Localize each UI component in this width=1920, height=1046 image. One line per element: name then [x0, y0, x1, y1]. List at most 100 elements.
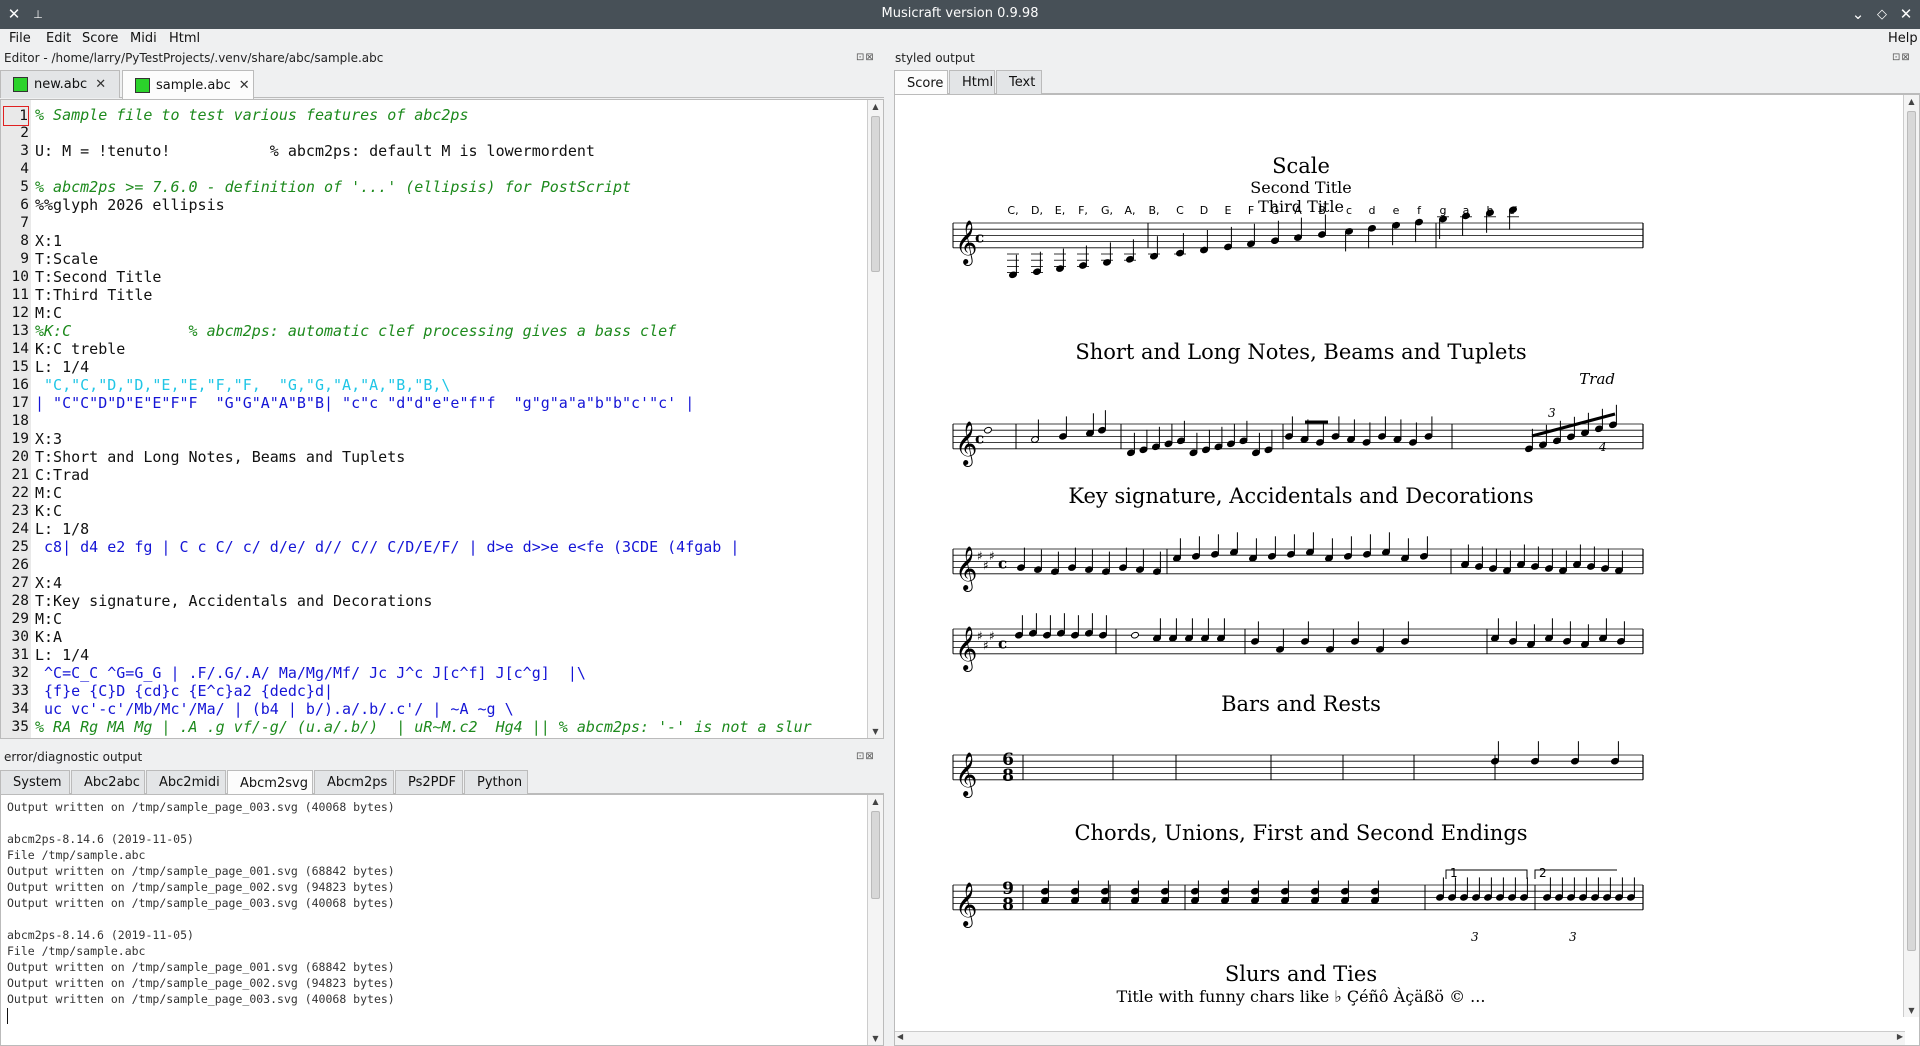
score-hscrollbar[interactable]: ◀ ▶ [895, 1031, 1905, 1045]
line-number: 34 [11, 701, 29, 717]
tab-ps2pdf[interactable]: Ps2PDF [395, 770, 463, 794]
line-number: 24 [11, 521, 29, 537]
editor-line[interactable]: 28 T:Key signature, Accidentals and Decor… [1, 592, 867, 610]
editor-line[interactable]: 4 [1, 160, 867, 178]
abc-editor[interactable]: 1 % Sample file to test various features … [0, 99, 884, 739]
editor-line[interactable]: 17 | "C"C"D"D"E"E"F"F "G"G"A"A"B"B| "c"c … [1, 394, 867, 412]
editor-line[interactable]: 30 K:A [1, 628, 867, 646]
editor-line[interactable]: 26 [1, 556, 867, 574]
editor-line[interactable]: 24 L: 1/8 [1, 520, 867, 538]
tab-abc2midi[interactable]: Abc2midi [146, 770, 226, 794]
line-text: ^C=C_C ^G=G_G | .F/.G/.A/ Ma/Mg/Mf/ Jc J… [35, 664, 586, 682]
chord-name: B [1318, 204, 1326, 217]
editor-line[interactable]: 32 ^C=C_C ^G=G_G | .F/.G/.A/ Ma/Mg/Mf/ J… [1, 664, 867, 682]
editor-line[interactable]: 7 [1, 214, 867, 232]
editor-line[interactable]: 5 % abcm2ps >= 7.6.0 - definition of '...… [1, 178, 867, 196]
editor-line[interactable]: 29 M:C [1, 610, 867, 628]
tab-abcm2ps[interactable]: Abcm2ps [314, 770, 394, 794]
editor-line[interactable]: 21 C:Trad [1, 466, 867, 484]
error-dock-buttons[interactable]: ⊡⊠ [856, 751, 875, 762]
tab-abc2abc[interactable]: Abc2abc [71, 770, 145, 794]
minimize-icon[interactable]: ⌄ [1848, 4, 1868, 24]
scroll-down-icon[interactable]: ▼ [868, 727, 883, 736]
close-tab-icon[interactable]: ✕ [239, 78, 250, 93]
line-text: C:Trad [35, 466, 90, 484]
editor-line[interactable]: 13 %K:C % abcm2ps: automatic clef process… [1, 322, 867, 340]
tab-sample-abc[interactable]: sample.abc ✕ [122, 70, 254, 99]
menu-midi[interactable]: Midi [130, 31, 157, 46]
menu-help[interactable]: Help [1888, 31, 1918, 46]
editor-line[interactable]: 15 L: 1/4 [1, 358, 867, 376]
editor-line[interactable]: 2 [1, 124, 867, 142]
tab-abcm2svg[interactable]: Abcm2svg [227, 770, 313, 795]
editor-line[interactable]: 12 M:C [1, 304, 867, 322]
editor-line[interactable]: 27 X:4 [1, 574, 867, 592]
tab-html[interactable]: Html [949, 70, 995, 94]
styled-dock-buttons[interactable]: ⊡⊠ [1892, 52, 1911, 63]
treble-clef-icon: 𝄞 [955, 626, 977, 672]
chord-name: E, [1055, 204, 1065, 217]
scroll-thumb[interactable] [1907, 111, 1916, 951]
title-bar: ✕ ⊥ Musicraft version 0.9.98 ⌄ ◇ ✕ [0, 0, 1920, 29]
editor-line[interactable]: 23 K:C [1, 502, 867, 520]
window-close-icon[interactable]: ✕ [1896, 4, 1916, 24]
editor-line[interactable]: 18 [1, 412, 867, 430]
editor-line[interactable]: 11 T:Third Title [1, 286, 867, 304]
editor-line[interactable]: 33 {f}e {C}D {cd}c {E^c}a2 {dedc}d| [1, 682, 867, 700]
editor-line[interactable]: 14 K:C treble [1, 340, 867, 358]
scroll-up-icon[interactable]: ▲ [868, 797, 883, 806]
editor-line[interactable]: 3 U: M = !tenuto! % abcm2ps: default M is… [1, 142, 867, 160]
menu-edit[interactable]: Edit [46, 31, 71, 46]
maximize-icon[interactable]: ◇ [1872, 4, 1892, 24]
close-tab-icon[interactable]: ✕ [95, 77, 106, 92]
line-text: {f}e {C}D {cd}c {E^c}a2 {dedc}d| [35, 682, 334, 700]
scroll-right-icon[interactable]: ▶ [1897, 1032, 1903, 1041]
menu-file[interactable]: File [9, 31, 31, 46]
editor-line[interactable]: 10 T:Second Title [1, 268, 867, 286]
editor-scrollbar[interactable]: ▲ ▼ [867, 100, 883, 738]
editor-line[interactable]: 31 L: 1/4 [1, 646, 867, 664]
line-text: T:Short and Long Notes, Beams and Tuplet… [35, 448, 406, 466]
editor-line[interactable]: 8 X:1 [1, 232, 867, 250]
menu-score[interactable]: Score [82, 31, 118, 46]
scroll-up-icon[interactable]: ▲ [1904, 97, 1919, 106]
editor-line[interactable]: 9 T:Scale [1, 250, 867, 268]
line-number: 26 [11, 557, 29, 573]
line-text: | "C"C"D"D"E"E"F"F "G"G"A"A"B"B| "c"c "d… [35, 394, 695, 412]
tab-new-abc[interactable]: new.abc ✕ [0, 70, 120, 98]
time-signature-bottom: 8 [1002, 766, 1014, 786]
tab-python[interactable]: Python [464, 770, 528, 794]
editor-line[interactable]: 1 % Sample file to test various features … [1, 106, 867, 126]
tab-text[interactable]: Text [996, 70, 1042, 94]
scroll-thumb[interactable] [871, 811, 880, 899]
chord-name: D, [1031, 204, 1043, 217]
editor-line[interactable]: 35 % RA Rg MA Mg | .A .g vf/-g/ (u.a/.b/)… [1, 718, 867, 736]
editor-line[interactable]: 6 %%glyph 2026 ellipsis [1, 196, 867, 214]
editor-line[interactable]: 22 M:C [1, 484, 867, 502]
menu-html[interactable]: Html [169, 31, 200, 46]
scroll-down-icon[interactable]: ▼ [868, 1034, 883, 1043]
tab-score[interactable]: Score [894, 70, 948, 95]
score-view[interactable]: 𝄞 c 𝄞 c 𝄞 𝄞 ♯ ♯ ♯ c ♯ ♯ ♯ c 𝄞 𝄞 Scale Second Title Thir… [894, 94, 1920, 1046]
editor-line[interactable]: 20 T:Short and Long Notes, Beams and Tupl… [1, 448, 867, 466]
line-number: 12 [11, 305, 29, 321]
diagnostic-output[interactable]: Output written on /tmp/sample_page_003.s… [0, 794, 884, 1046]
editor-line[interactable]: 25 c8| d4 e2 fg | C c C/ c/ d/e/ d// C//… [1, 538, 867, 556]
editor-line[interactable]: 19 X:3 [1, 430, 867, 448]
editor-lines[interactable]: 1 % Sample file to test various features … [1, 106, 867, 736]
scroll-up-icon[interactable]: ▲ [868, 102, 883, 111]
editor-line[interactable]: 34 uc vc'-c'/Mb/Mc'/Ma/ | (b4 | b/).a/.b… [1, 700, 867, 718]
scroll-down-icon[interactable]: ▼ [1904, 1006, 1919, 1015]
tab-system[interactable]: System [0, 770, 70, 794]
editor-line[interactable]: 16 "C,"C,"D,"D,"E,"E,"F,"F, "G,"G,"A,"A,… [1, 376, 867, 394]
tune-title: Scale [1272, 154, 1330, 178]
file-status-icon [135, 77, 150, 93]
scroll-left-icon[interactable]: ◀ [897, 1032, 903, 1041]
scroll-thumb[interactable] [871, 116, 880, 272]
line-number: 22 [11, 485, 29, 501]
file-status-icon [13, 77, 28, 92]
diagnostic-scrollbar[interactable]: ▲ ▼ [867, 795, 883, 1045]
editor-dock-buttons[interactable]: ⊡⊠ [856, 52, 875, 63]
score-scrollbar[interactable]: ▲ ▼ [1903, 95, 1919, 1017]
common-time-icon: c [975, 430, 984, 448]
